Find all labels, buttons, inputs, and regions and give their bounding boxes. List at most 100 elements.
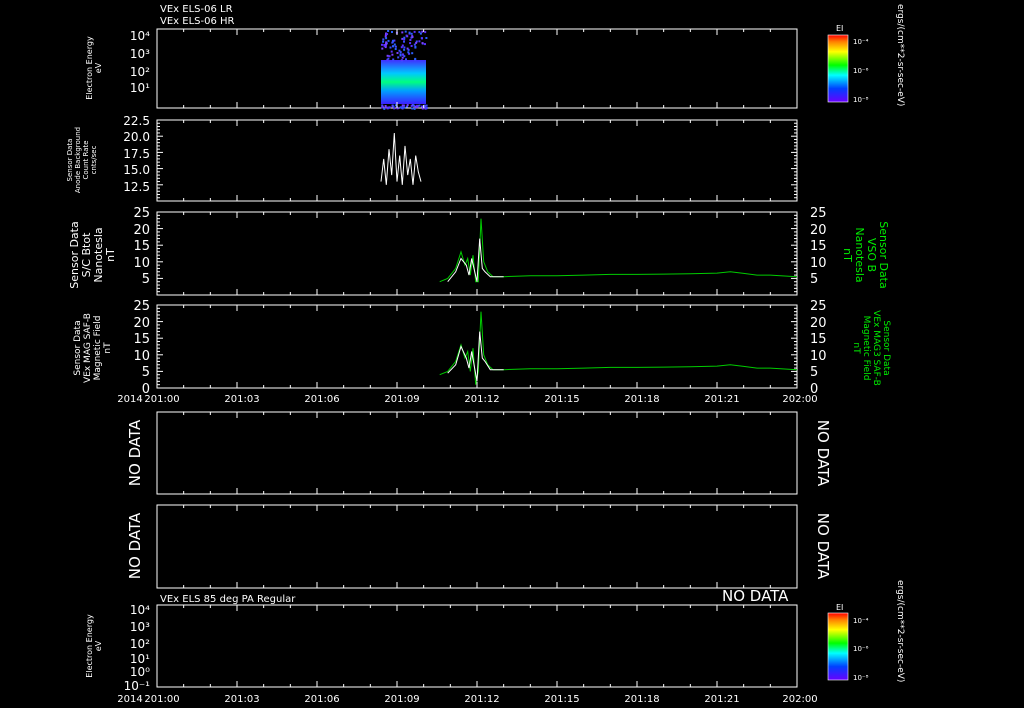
spectrogram-speck [385,37,388,40]
spectrogram-speck [418,40,421,43]
svg-text:17.5: 17.5 [123,147,150,161]
svg-text:eV: eV [94,62,103,73]
svg-text:201:15: 201:15 [544,694,579,705]
spectrogram-speck [387,57,390,60]
svg-text:10⁻⁸: 10⁻⁸ [853,674,869,682]
spectrogram-speck [388,106,391,109]
anode-background-trace [380,132,422,185]
mag-saf-b-trace [447,331,504,382]
panel-5-no-data-right: NO DATA [814,420,832,487]
spectrogram-speck [411,107,414,110]
spectrogram-speck [385,41,388,44]
panel-1-yticks: 10⁴ 10³ 10² 10¹ [130,29,150,95]
svg-text:201:00: 201:00 [144,394,179,405]
svg-text:20: 20 [133,316,150,331]
spectrogram-speck [410,45,413,47]
panel-3-yticks-right: 25 20 15 10 5 [810,206,827,287]
panel-3-ylabel-left: Sensor Data S/C Btot Nanotesla nT [68,221,117,288]
spectrogram-speck [386,33,389,36]
svg-text:201:00: 201:00 [144,694,179,705]
panel-5-frame [156,411,798,495]
svg-text:nT: nT [104,248,117,262]
spectrogram-speck [421,42,424,45]
spectrogram-speck [381,106,384,109]
svg-text:25: 25 [810,206,827,221]
spectrogram-speck [421,37,423,40]
svg-text:2014: 2014 [117,394,142,405]
units-label-top: ergs/(cm**2-sr-sec-eV) [895,4,905,106]
spectrogram-speck [405,58,407,61]
svg-text:10⁴: 10⁴ [130,29,150,43]
spectrogram-speck [404,30,407,33]
spectrogram-speck [390,50,393,53]
spectrogram-speck [424,31,427,34]
spectrogram-speck [400,59,403,62]
spectrogram-speck [401,104,404,107]
units-label-bottom: ergs/(cm**2-sr-sec-eV) [895,580,905,682]
panel-4-yticks-left: 25 20 15 10 5 0 [133,299,150,397]
svg-text:201:12: 201:12 [464,694,499,705]
svg-text:VEx MAG SAF-B: VEx MAG SAF-B [83,313,93,383]
svg-text:Electron Energy: Electron Energy [85,36,94,100]
spectrogram-speck [387,39,390,42]
svg-text:5: 5 [810,272,818,287]
spectrogram-speck [392,58,395,61]
spectrogram-speck [424,43,426,46]
svg-text:20.0: 20.0 [123,130,150,144]
svg-text:20: 20 [810,223,827,238]
spectrogram-block [381,30,428,110]
svg-text:10³: 10³ [130,47,150,61]
x-axis-labels-bottom: 2014 201:00 201:03 201:06 201:09 201:12 … [117,694,817,705]
spectrogram-speck [392,105,395,108]
spectrogram-speck [401,37,404,40]
panel-1-frame [156,28,798,109]
svg-text:15.0: 15.0 [123,163,150,177]
spectrogram-speck [383,107,386,110]
svg-text:cnts/sec: cnts/sec [90,145,98,174]
colorbar-top: EI 10⁻⁴ 10⁻⁶ 10⁻⁸ [827,24,869,104]
vso-b-trace [439,218,798,283]
svg-text:Anode Background: Anode Background [74,127,82,193]
spectrogram-speck [412,104,415,107]
svg-text:201:03: 201:03 [224,694,259,705]
spectrogram-speck [389,46,392,49]
panel-7-frame [156,604,798,688]
spectrogram-speck [415,41,418,44]
svg-text:Electron Energy: Electron Energy [85,614,94,678]
svg-text:10²: 10² [130,65,150,79]
panel-5-no-data-left: NO DATA [126,419,144,486]
spectrogram-speck [424,107,427,110]
spectrogram-speck [408,31,411,34]
svg-text:201:15: 201:15 [544,394,579,405]
spectrogram-speck [411,52,414,55]
svg-text:10⁴: 10⁴ [130,603,150,617]
spectrogram-speck [398,49,401,52]
svg-text:201:06: 201:06 [304,694,339,705]
spectrogram-speck [393,107,396,110]
svg-text:15: 15 [810,239,827,254]
panel-4-ylabel-right: Sensor Data VEx MAG3 SAF-B Magnetic Fiel… [851,310,891,386]
svg-text:201:18: 201:18 [624,694,659,705]
spectrogram-speck [403,48,406,51]
svg-text:10¹: 10¹ [130,652,150,666]
panel-6-frame [156,504,798,589]
svg-text:10³: 10³ [130,620,150,634]
spectrogram-speck [397,56,400,59]
spectrogram-speck [406,104,409,107]
panel-4-ylabel-left: Sensor Data VEx MAG SAF-B Magnetic Field… [73,313,113,383]
svg-text:201:09: 201:09 [384,694,419,705]
spectrogram-speck [403,40,405,43]
svg-text:22.5: 22.5 [123,114,150,128]
panel-7-ylabel: Electron Energy eV [85,614,103,678]
spectrogram-speck [387,30,390,32]
spectrogram-speck [405,34,408,37]
header-line-1: VEx ELS-06 LR [160,4,233,15]
plot-canvas: VEx ELS-06 LR VEx ELS-06 HR 10⁴ 10³ 10² … [66,4,905,705]
spectrogram-speck [416,104,419,107]
svg-text:202:00: 202:00 [782,694,817,705]
svg-text:Sensor Data: Sensor Data [881,320,891,375]
svg-text:Count Rate: Count Rate [82,140,90,179]
svg-text:20: 20 [810,316,827,331]
spectrogram-speck [410,32,413,35]
panel-2-frame [156,119,798,202]
